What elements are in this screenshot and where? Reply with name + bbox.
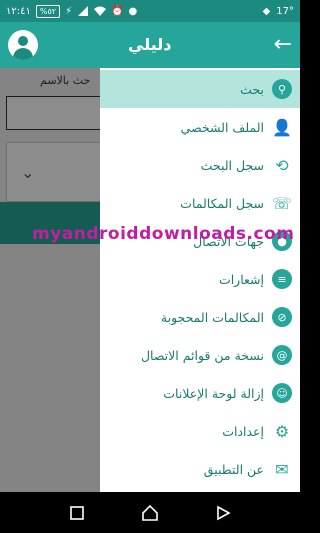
status-time: ١٢:٤١ [6,5,31,17]
drawer-item-label: بحث [240,81,264,97]
drawer-item-label: نسخة من قوائم الاتصال [140,347,264,363]
notification-dot-icon: ● [128,5,138,17]
status-left: ١٢:٤١ %٥٢ ⚡ ⏰ ● [6,4,138,18]
back-arrow-icon[interactable]: ← [274,34,292,56]
system-nav-bar [0,492,300,533]
about-icon: ✉ [275,459,289,479]
app-title: دليلي [128,35,172,54]
drawer-item-blocked-calls[interactable]: المكالمات المحجوبة ⊘ [100,298,300,336]
drawer-item-label: إزالة لوحة الإعلانات [163,385,264,401]
home-icon [142,504,158,521]
back-triangle-icon [217,505,231,520]
android-icon: ◆ [262,5,271,17]
blocked-calls-icon: ⊘ [272,307,292,327]
alarm-icon: ⏰ [111,5,124,17]
recents-button[interactable] [65,501,89,525]
drawer-item-notifications[interactable]: إشعارات ≡ [100,260,300,298]
recents-icon [69,505,84,520]
drawer-item-label: عن التطبيق [203,461,264,477]
drawer-item-search-history[interactable]: سجل البحث ⟲ [100,146,300,184]
drawer-item-profile[interactable]: الملف الشخصي 👤 [100,108,300,146]
drawer-item-settings[interactable]: إعدادات ⚙ [100,412,300,450]
navigation-drawer: بحث ⚲ الملف الشخصي 👤 سجل البحث ⟲ سجل الم… [100,68,300,492]
charging-icon: ⚡ [65,5,73,17]
drawer-item-call-log[interactable]: سجل المكالمات ☏ [100,184,300,222]
temperature: 17° [276,5,294,17]
drawer-item-label: إعدادات [222,423,264,439]
drawer-item-remove-ads[interactable]: إزالة لوحة الإعلانات ☺ [100,374,300,412]
battery-indicator: %٥٢ [35,4,61,18]
watermark: myandroiddownloads.com [32,224,295,244]
drawer-item-about[interactable]: عن التطبيق ✉ [100,450,300,488]
remove-ads-icon: ☺ [272,383,292,403]
call-log-icon: ☏ [272,193,293,213]
notifications-icon: ≡ [272,269,292,289]
drawer-item-label: إشعارات [218,271,264,287]
signal-icon [78,6,89,16]
drawer-item-backup-contacts[interactable]: نسخة من قوائم الاتصال @ [100,336,300,374]
app-bar: دليلي ← [0,22,300,68]
avatar[interactable] [8,30,38,60]
home-button[interactable] [138,501,162,525]
drawer-item-label: سجل البحث [200,157,264,173]
back-button[interactable] [211,501,235,525]
settings-icon: ⚙ [274,421,290,441]
avatar-head [18,36,28,46]
status-bar: ١٢:٤١ %٥٢ ⚡ ⏰ ● ◆ 17° [0,0,300,22]
drawer-item-label: المكالمات المحجوبة [160,309,264,325]
backup-contacts-icon: @ [272,345,292,365]
profile-icon: 👤 [272,117,292,137]
history-icon: ⟲ [275,155,289,175]
status-right: ◆ 17° [263,6,294,17]
wifi-icon [94,6,107,16]
search-icon: ⚲ [272,79,292,99]
drawer-item-search[interactable]: بحث ⚲ [100,70,300,108]
drawer-item-label: سجل المكالمات [180,195,264,211]
drawer-item-label: الملف الشخصي [180,119,264,135]
avatar-body [13,48,33,60]
